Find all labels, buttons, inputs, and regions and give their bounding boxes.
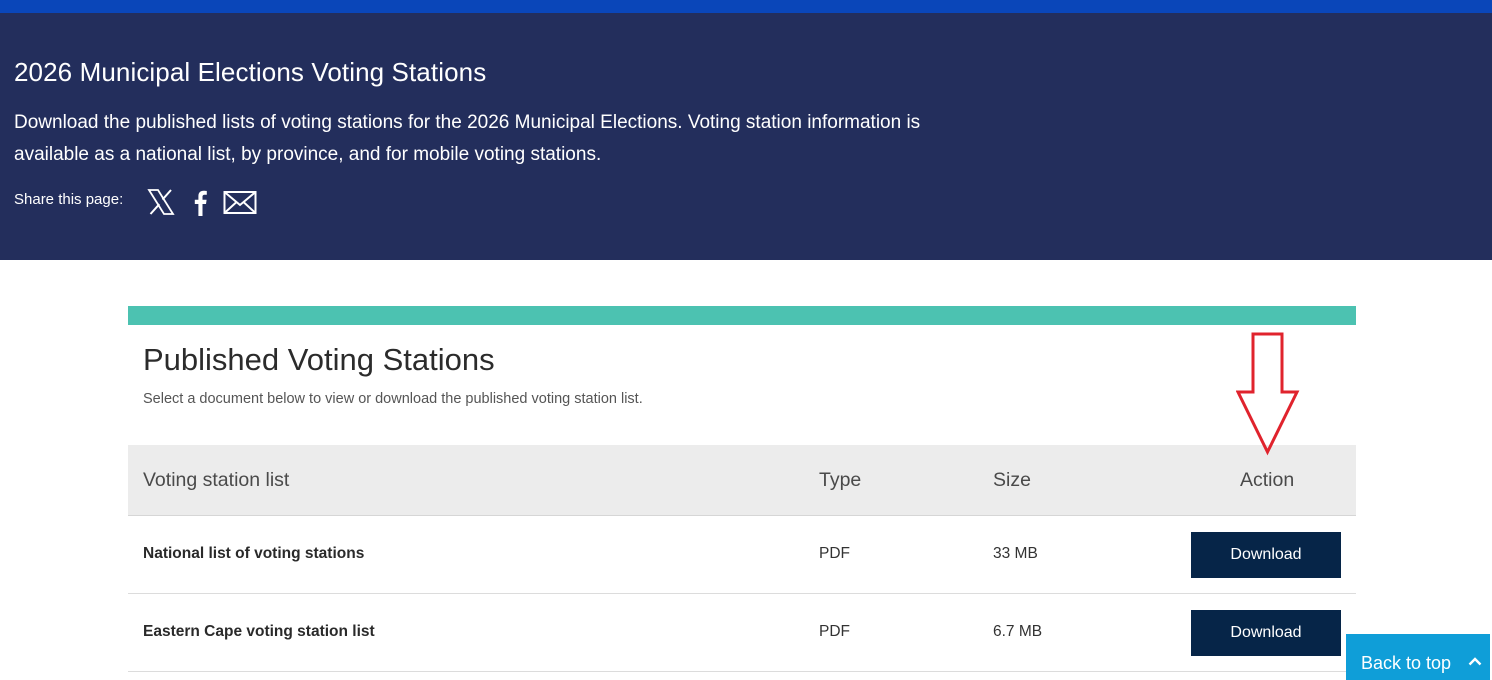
x-icon[interactable] — [147, 187, 175, 217]
table-row: National list of voting stations PDF 33 … — [128, 516, 1356, 594]
card-title: Published Voting Stations — [143, 342, 495, 377]
table-header: Voting station list Type Size Action — [128, 445, 1356, 516]
share-label: Share this page: — [14, 191, 124, 208]
annotation-arrow-down-icon — [1236, 332, 1300, 456]
download-button[interactable]: Download — [1191, 532, 1341, 578]
back-to-top-button[interactable]: Back to top — [1346, 634, 1490, 680]
column-header-action: Action — [1240, 469, 1295, 491]
row-type: PDF — [819, 623, 850, 640]
row-name: National list of voting stations — [143, 545, 365, 562]
column-header-size: Size — [993, 469, 1031, 491]
chevron-up-icon — [1468, 657, 1482, 666]
download-button[interactable]: Download — [1191, 610, 1341, 656]
card-subtitle: Select a document below to view or downl… — [143, 391, 643, 407]
mail-icon[interactable] — [223, 187, 257, 217]
top-accent-bar — [0, 0, 1492, 13]
card-accent-bar — [128, 306, 1356, 325]
row-name: Eastern Cape voting station list — [143, 623, 375, 640]
column-header-list: Voting station list — [143, 469, 290, 491]
row-type: PDF — [819, 545, 850, 562]
back-to-top-label: Back to top — [1361, 653, 1452, 673]
column-header-type: Type — [819, 469, 862, 491]
page-description: Download the published lists of voting s… — [14, 112, 921, 165]
page-header: 2026 Municipal Elections Voting Stations… — [0, 13, 1492, 260]
facebook-icon[interactable] — [192, 187, 208, 217]
row-size: 6.7 MB — [993, 623, 1043, 640]
table-row: Eastern Cape voting station list PDF 6.7… — [128, 594, 1356, 672]
row-size: 33 MB — [993, 545, 1038, 562]
page-title: 2026 Municipal Elections Voting Stations — [14, 57, 487, 87]
